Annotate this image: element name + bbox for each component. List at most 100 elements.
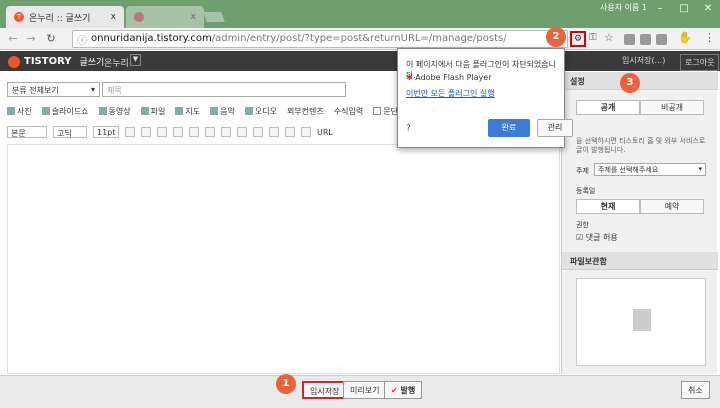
address-bar-area: ← → ↻ ⓘ onnuridanija.tistory.com/admin/en… <box>0 28 720 50</box>
topic-select[interactable]: 주제를 선택해주세요 ▾ <box>594 163 706 176</box>
private-option[interactable]: 비공개 <box>640 100 704 115</box>
external-content-button[interactable]: 외부컨텐츠 <box>287 106 324 117</box>
run-plugins-link[interactable]: 이번만 모든 플러그인 실행 <box>406 88 495 99</box>
tab-inactive[interactable]: x <box>126 6 204 28</box>
topic-value: 주제를 선택해주세요 <box>598 166 659 174</box>
title-input[interactable]: 제목 <box>102 82 346 97</box>
underline-icon[interactable] <box>157 127 167 137</box>
topic-label: 주제 <box>576 167 589 175</box>
slideshow-button[interactable]: 슬라이드쇼 <box>41 106 89 117</box>
align-right-icon[interactable] <box>237 127 247 137</box>
key-icon[interactable]: ⚿ <box>589 32 597 43</box>
logout-button[interactable]: 로그아웃 <box>680 54 720 71</box>
strike-icon[interactable] <box>173 127 183 137</box>
plugin-item: ✱ Adobe Flash Player <box>406 73 492 82</box>
video-button[interactable]: 동영상 <box>98 106 131 117</box>
settings-sidebar: 설정 공개 비공개 을 선택하시면 티스토리 홈 및 외부 서비스로 글이 발행… <box>561 72 718 374</box>
hand-icon[interactable]: ✋ <box>678 31 692 44</box>
tab-active[interactable]: T 온누리 :: 글쓰기 x <box>6 6 124 28</box>
logo-text: TISTORY <box>24 56 72 67</box>
align-center-icon[interactable] <box>221 127 231 137</box>
quote-icon[interactable] <box>269 127 279 137</box>
editor-area[interactable] <box>7 144 560 374</box>
slideshow-icon <box>41 107 50 115</box>
file-icon <box>140 107 149 115</box>
extension-icon[interactable] <box>656 34 667 45</box>
close-window-icon[interactable]: ✕ <box>696 1 720 17</box>
list-icon[interactable] <box>253 127 263 137</box>
photo-button[interactable]: 사진 <box>7 106 32 117</box>
tistory-favicon-icon: T <box>14 12 24 22</box>
blog-name[interactable]: 온누리 <box>104 56 129 69</box>
date-reserve-option[interactable]: 예약 <box>640 199 704 214</box>
file-button[interactable]: 파일 <box>140 106 165 117</box>
permission-label: 권한 <box>576 221 589 229</box>
chevron-down-icon[interactable]: ▼ <box>130 54 141 66</box>
extension-icon[interactable] <box>640 34 651 45</box>
comment-label: 댓글 허용 <box>585 233 618 242</box>
help-icon[interactable]: ? <box>406 124 411 134</box>
menu-icon[interactable]: ⋮ <box>704 31 715 44</box>
done-button[interactable]: 완료 <box>488 119 530 137</box>
extension-icon[interactable] <box>624 34 635 45</box>
category-select[interactable]: 분류 전체보기 ▾ <box>7 82 100 97</box>
section-title: 글쓰기 <box>79 58 105 68</box>
music-button[interactable]: 음악 <box>210 106 235 117</box>
step-marker-3: 3 <box>620 73 640 93</box>
align-left-icon[interactable] <box>205 127 215 137</box>
window-user: 사용자 이름 1 <box>600 3 647 12</box>
formula-button[interactable]: 수식입력 <box>334 106 363 117</box>
url-button[interactable]: URL <box>317 128 333 137</box>
map-button[interactable]: 지도 <box>175 106 200 117</box>
slideshow-label: 슬라이드쇼 <box>51 107 89 116</box>
url-input[interactable]: ⓘ onnuridanija.tistory.com/admin/entry/po… <box>72 30 568 48</box>
video-label: 동영상 <box>108 107 131 116</box>
chevron-down-icon: ▾ <box>90 85 95 94</box>
maximize-icon[interactable]: □ <box>672 1 696 17</box>
plugin-blocked-popup: 이 페이지에서 다음 플러그인이 차단되었습니다. ✱ Adobe Flash … <box>397 48 573 148</box>
puzzle-icon: ✱ <box>406 73 416 82</box>
comment-toggle[interactable]: ☑ 댓글 허용 <box>576 232 618 243</box>
tab-close-icon[interactable]: x <box>191 12 196 22</box>
tistory-logo[interactable]: TISTORY 글쓰기 <box>8 55 104 68</box>
window-titlebar: T 온누리 :: 글쓰기 x x 사용자 이름 1 – □ ✕ <box>0 0 720 28</box>
public-option[interactable]: 공개 <box>576 100 640 115</box>
minimize-icon[interactable]: – <box>648 1 672 17</box>
back-icon[interactable]: ← <box>6 32 20 45</box>
chevron-down-icon: ▾ <box>698 165 702 173</box>
settings-header: 설정 <box>562 72 718 90</box>
star-icon[interactable]: ☆ <box>604 31 614 44</box>
publish-button[interactable]: ✔ 발행 <box>384 381 423 399</box>
publish-hint: 을 선택하시면 티스토리 홈 및 외부 서비스로 글이 발행됩니다. <box>576 137 706 154</box>
reload-icon[interactable]: ↻ <box>44 32 58 45</box>
emoticon-icon[interactable] <box>301 127 311 137</box>
audio-label: 오디오 <box>254 107 277 116</box>
step-marker-2: 2 <box>546 27 566 47</box>
preview-button[interactable]: 미리보기 <box>343 381 387 399</box>
line-icon[interactable] <box>285 127 295 137</box>
cancel-button[interactable]: 취소 <box>681 381 710 399</box>
checkbox-checked-icon: ☑ <box>576 233 586 242</box>
music-label: 음악 <box>220 107 235 116</box>
document-icon <box>633 309 651 331</box>
file-drop-area[interactable] <box>576 278 706 366</box>
color-icon[interactable] <box>189 127 199 137</box>
audio-button[interactable]: 오디오 <box>244 106 277 117</box>
forward-icon[interactable]: → <box>24 32 38 45</box>
new-tab-button[interactable] <box>203 12 225 22</box>
style-select[interactable]: 본문 <box>7 126 47 138</box>
temp-save-count[interactable]: 임시저장(...) <box>622 55 665 66</box>
blocked-plugin-icon[interactable]: ⚙ <box>570 31 586 47</box>
manage-button[interactable]: 관리 <box>537 119 573 137</box>
category-value: 분류 전체보기 <box>12 86 59 95</box>
tistory-header: TISTORY 글쓰기 온누리 ▼ 임시저장(...) 로그아웃 <box>0 51 720 71</box>
italic-icon[interactable] <box>141 127 151 137</box>
bold-icon[interactable] <box>125 127 135 137</box>
check-icon: ✔ <box>391 386 398 395</box>
date-now-option[interactable]: 현재 <box>576 199 640 214</box>
tab-close-icon[interactable]: x <box>111 12 116 22</box>
temp-save-button[interactable]: 임시저장 <box>302 381 348 399</box>
font-select[interactable]: 고딕 <box>53 126 87 138</box>
bottom-action-bar: 임시저장 미리보기 ✔ 발행 취소 <box>0 375 720 408</box>
size-select[interactable]: 11pt <box>93 126 119 138</box>
